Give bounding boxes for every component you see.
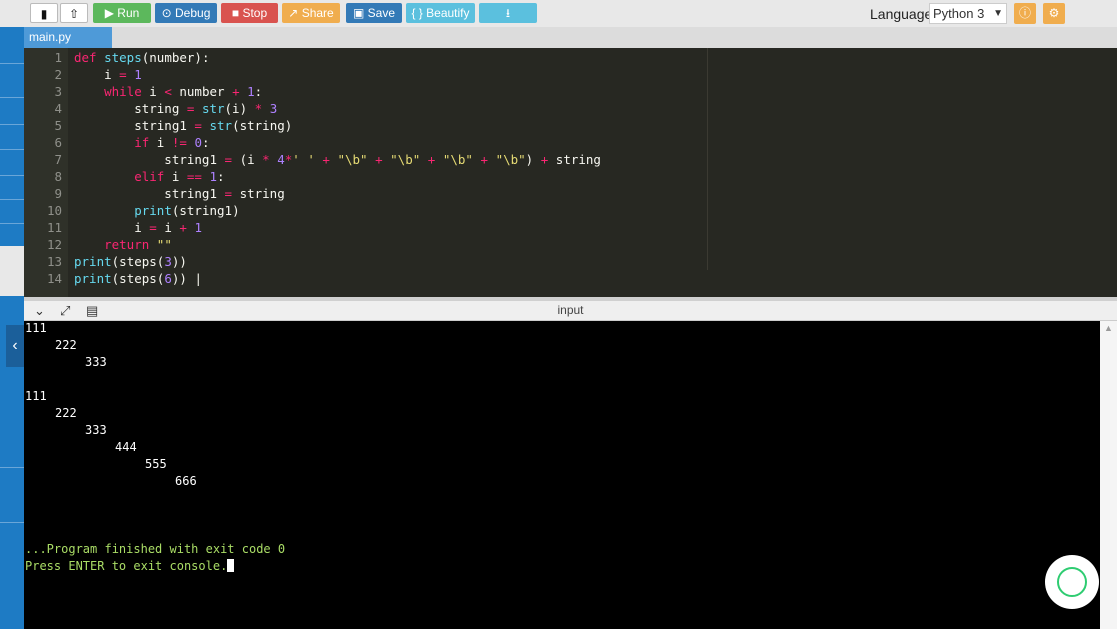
save-button[interactable]: ▣ Save bbox=[346, 3, 402, 23]
chevron-left-icon: ‹ bbox=[12, 337, 18, 354]
output-line: 555 bbox=[145, 457, 167, 471]
scroll-up-icon[interactable]: ▲ bbox=[1104, 323, 1113, 333]
gear-icon: ⚙ bbox=[1048, 6, 1060, 20]
debug-icon: ⊙ bbox=[161, 6, 172, 20]
console-header: ⌄ ⤢ ▤ input bbox=[24, 301, 1117, 321]
upload-button[interactable]: ⇧ bbox=[60, 3, 88, 23]
code-editor[interactable]: def steps(number): i = 1 while i < numbe… bbox=[24, 48, 1117, 297]
toolbar: ▮ ⇧ ▶ Run ⊙ Debug ■ Stop ↗ Share ▣ Save … bbox=[0, 0, 1117, 27]
collapse-sidebar-button[interactable]: ‹ bbox=[6, 325, 24, 367]
line-number: 12 bbox=[46, 237, 62, 252]
code-line: i = 1 bbox=[74, 67, 142, 82]
line-number: 2 bbox=[54, 67, 62, 82]
chat-icon bbox=[1057, 567, 1087, 597]
file-icon: ▮ bbox=[40, 7, 48, 21]
sidebar-divider bbox=[0, 124, 24, 125]
download-icon: ⭳ bbox=[505, 6, 511, 20]
line-number: 7 bbox=[54, 152, 62, 167]
line-number: 4 bbox=[54, 101, 62, 116]
output-line: 333 bbox=[85, 355, 107, 369]
console-scrollbar[interactable]: ▲ bbox=[1100, 321, 1117, 629]
line-number: 13 bbox=[46, 254, 62, 269]
code-line: def steps(number): bbox=[74, 50, 210, 65]
sidebar-divider bbox=[0, 522, 24, 523]
sidebar-divider bbox=[0, 63, 24, 64]
info-icon: ⓘ bbox=[1018, 6, 1031, 20]
code-line: string1 = string bbox=[74, 186, 285, 201]
line-number: 11 bbox=[46, 220, 62, 235]
debug-button[interactable]: ⊙ Debug bbox=[155, 3, 217, 23]
settings-button[interactable]: ⚙ bbox=[1043, 3, 1065, 24]
code-line: print(string1) bbox=[134, 203, 240, 218]
line-number: 5 bbox=[54, 118, 62, 133]
line-number: 1 bbox=[54, 50, 62, 65]
line-number: 3 bbox=[54, 84, 62, 99]
stop-icon: ■ bbox=[231, 6, 240, 20]
output-line: 222 bbox=[55, 406, 77, 420]
tab-main-py[interactable]: main.py bbox=[24, 27, 112, 48]
console-output[interactable]: 111 222 333 111 222 333 444 555 666 ...P… bbox=[24, 321, 1100, 629]
download-button[interactable]: ⭳ bbox=[479, 3, 537, 23]
code-line: if i != 0: bbox=[134, 135, 210, 150]
sidebar-gap bbox=[0, 246, 24, 296]
chat-button[interactable] bbox=[1045, 555, 1099, 609]
code-line: string1 = (i * 4*' ' + "\b" + "\b" + "\b… bbox=[74, 152, 601, 167]
output-line: 666 bbox=[175, 474, 197, 488]
console-title: input bbox=[557, 303, 584, 317]
sidebar-divider bbox=[0, 149, 24, 150]
sidebar-divider bbox=[0, 199, 24, 200]
language-label: Language bbox=[870, 6, 933, 22]
output-line: 222 bbox=[55, 338, 77, 352]
exit-message: ...Program finished with exit code 0 bbox=[25, 542, 286, 556]
output-line: 333 bbox=[85, 423, 107, 437]
sidebar-divider bbox=[0, 467, 24, 468]
press-enter-message: Press ENTER to exit console. bbox=[25, 559, 235, 573]
code-line: i = i + 1 bbox=[74, 220, 202, 235]
chevron-down-icon: ▼ bbox=[993, 8, 1003, 19]
code-line: string1 = str(string) bbox=[74, 118, 293, 133]
language-select[interactable]: Python 3 ▼ bbox=[929, 3, 1007, 24]
print-margin bbox=[707, 48, 708, 270]
line-number: 14 bbox=[46, 271, 62, 286]
line-number: 6 bbox=[54, 135, 62, 150]
upload-icon: ⇧ bbox=[68, 7, 80, 21]
new-file-button[interactable]: ▮ bbox=[30, 3, 58, 23]
file-tab-bar: main.py bbox=[24, 27, 1117, 48]
info-button[interactable]: ⓘ bbox=[1014, 3, 1036, 24]
sidebar-divider bbox=[0, 97, 24, 98]
text-cursor bbox=[227, 559, 235, 572]
sidebar-divider bbox=[0, 175, 24, 176]
code-line: print(steps(6)) | bbox=[74, 271, 202, 286]
output-line: 111 bbox=[25, 321, 47, 335]
code-line: string = str(i) * 3 bbox=[74, 101, 278, 116]
sidebar-divider bbox=[0, 223, 24, 224]
output-line: 111 bbox=[25, 389, 47, 403]
output-line: 444 bbox=[115, 440, 137, 454]
run-button[interactable]: ▶ Run bbox=[93, 3, 151, 23]
share-icon: ↗ bbox=[288, 6, 299, 20]
code-line: elif i == 1: bbox=[134, 169, 225, 184]
line-number: 9 bbox=[54, 186, 62, 201]
beautify-button[interactable]: { } Beautify bbox=[406, 3, 475, 23]
play-icon: ▶ bbox=[104, 6, 114, 20]
line-number: 8 bbox=[54, 169, 62, 184]
stop-button[interactable]: ■ Stop bbox=[221, 3, 278, 23]
code-line: while i < number + 1: bbox=[104, 84, 263, 99]
share-button[interactable]: ↗ Share bbox=[282, 3, 340, 23]
code-line: print(steps(3)) bbox=[74, 254, 187, 269]
save-icon: ▣ bbox=[352, 6, 365, 20]
line-number: 10 bbox=[46, 203, 62, 218]
code-line: return "" bbox=[104, 237, 172, 252]
